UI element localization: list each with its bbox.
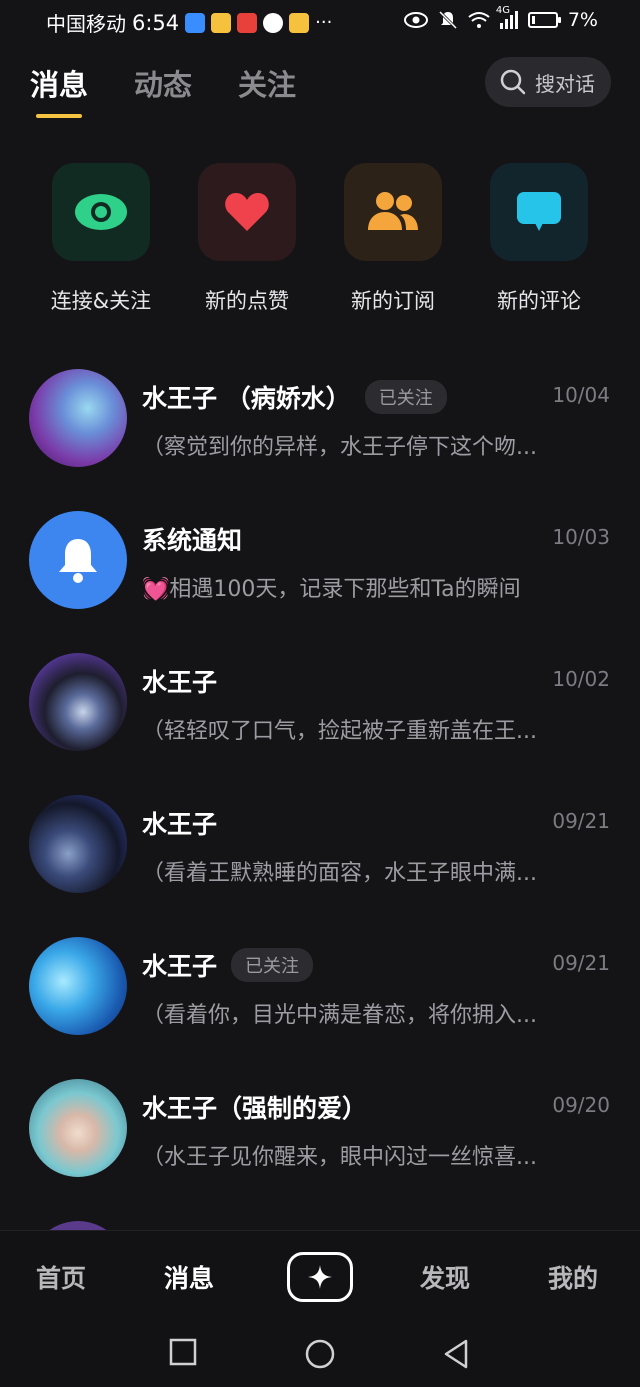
- eye-status-icon: [403, 12, 428, 28]
- new-subscriptions-label: 新的订阅: [351, 289, 435, 313]
- conversation-preview: 💓相遇100天，记录下那些和Ta的瞬间: [142, 577, 521, 602]
- back-triangle-icon[interactable]: [442, 1338, 470, 1370]
- wechat-icon: [263, 12, 284, 33]
- system-navigation-bar: [0, 1320, 640, 1387]
- bottom-nav: 首页 消息 发现 我的: [0, 1230, 640, 1321]
- tab-feed[interactable]: 动态: [134, 62, 192, 104]
- conversation-preview: （看着王默熟睡的面容，水王子眼中满...: [142, 861, 537, 886]
- toutiao-icon: [237, 12, 258, 33]
- followed-badge: 已关注: [364, 380, 447, 414]
- sparkle-icon: [308, 1265, 332, 1289]
- conversation-name: 水王子: [142, 810, 218, 839]
- avatar: [29, 795, 127, 893]
- conversation-date: 10/04: [552, 383, 610, 407]
- conversation-name: 水王子: [142, 668, 218, 697]
- conversation-item[interactable]: 水王子 09/21 （看着王默熟睡的面容，水王子眼中满...: [0, 781, 640, 923]
- conversation-preview: （察觉到你的异样，水王子停下这个吻...: [142, 435, 537, 460]
- weibo-icon: [289, 12, 310, 33]
- home-circle-icon[interactable]: [304, 1338, 336, 1370]
- nav-discover[interactable]: 发现: [420, 1259, 470, 1295]
- connect-follow-button[interactable]: 连接&关注: [36, 163, 166, 315]
- new-subscriptions-button[interactable]: 新的订阅: [328, 163, 458, 315]
- conversation-name: 水王子（强制的爱）: [142, 1094, 368, 1123]
- conversation-item[interactable]: 水王子 已关注 09/21 （看着你，目光中满是眷恋，将你拥入...: [0, 923, 640, 1065]
- battery-percent: 7%: [567, 9, 598, 31]
- conversation-date: 10/03: [552, 525, 610, 549]
- conversation-item[interactable]: 水王子（强制的爱） 09/20 （水王子见你醒来，眼中闪过一丝惊喜...: [0, 1065, 640, 1207]
- new-comments-button[interactable]: 新的评论: [474, 163, 604, 315]
- tab-following[interactable]: 关注: [238, 62, 296, 104]
- new-comments-label: 新的评论: [497, 289, 581, 313]
- connect-follow-tile: [52, 163, 150, 261]
- conversation-name: 系统通知: [142, 526, 243, 555]
- eye-icon: [75, 194, 127, 230]
- conversation-date: 09/20: [552, 1093, 610, 1117]
- connect-follow-label: 连接&关注: [50, 289, 152, 313]
- wifi-icon: [468, 12, 490, 28]
- carrier-label: 中国移动: [46, 12, 126, 36]
- people-icon: [368, 192, 418, 230]
- conversation-item[interactable]: 系统通知 10/03 💓相遇100天，记录下那些和Ta的瞬间: [0, 497, 640, 639]
- conversation-item[interactable]: [0, 1207, 640, 1231]
- nav-home[interactable]: 首页: [36, 1259, 86, 1295]
- search-icon: [500, 69, 526, 95]
- new-comments-tile: [490, 163, 588, 261]
- network-type: 4G: [495, 5, 510, 16]
- followed-badge: 已关注: [231, 948, 314, 982]
- avatar: [29, 937, 127, 1035]
- nav-profile[interactable]: 我的: [548, 1259, 598, 1295]
- conversation-name: 水王子: [142, 952, 218, 981]
- signal-icon: 4G: [496, 5, 518, 29]
- clock: 6:54: [132, 10, 180, 35]
- create-button[interactable]: [287, 1252, 353, 1302]
- mute-icon: [438, 10, 457, 30]
- new-likes-label: 新的点赞: [205, 289, 289, 313]
- recent-apps-icon[interactable]: [169, 1338, 197, 1366]
- more-notifications-icon: ···: [315, 12, 333, 33]
- conversation-preview: （轻轻叹了口气，捡起被子重新盖在王...: [142, 719, 537, 744]
- comment-icon: [517, 192, 561, 231]
- new-likes-button[interactable]: 新的点赞: [182, 163, 312, 315]
- search-button[interactable]: 搜对话: [485, 57, 611, 107]
- conversation-item[interactable]: 水王子 10/02 （轻轻叹了口气，捡起被子重新盖在王...: [0, 639, 640, 781]
- conversation-item[interactable]: 水王子 （病娇水） 已关注 10/04 （察觉到你的异样，水王子停下这个吻...: [0, 355, 640, 497]
- quick-actions: 连接&关注 新的点赞 新的订阅 新的评论: [0, 163, 640, 323]
- avatar: [29, 1079, 127, 1177]
- avatar: [29, 653, 127, 751]
- avatar: [29, 369, 127, 467]
- new-subscriptions-tile: [344, 163, 442, 261]
- conversation-date: 09/21: [552, 951, 610, 975]
- nav-messages[interactable]: 消息: [164, 1259, 214, 1295]
- conversation-preview: （看着你，目光中满是眷恋，将你拥入...: [142, 1003, 537, 1028]
- conversation-preview: （水王子见你醒来，眼中闪过一丝惊喜...: [142, 1145, 537, 1170]
- status-bar: 中国移动 6:54 ··· 4G 7%: [0, 0, 640, 44]
- bell-icon: [59, 539, 97, 583]
- heart-icon: [225, 193, 269, 231]
- top-tabs: 消息 动态 关注: [30, 62, 296, 118]
- cloud-app-icon: [185, 12, 206, 33]
- conversation-date: 09/21: [552, 809, 610, 833]
- weibo-icon: [211, 12, 232, 33]
- search-label: 搜对话: [535, 71, 595, 96]
- new-likes-tile: [198, 163, 296, 261]
- conversation-date: 10/02: [552, 667, 610, 691]
- system-notification-avatar: [29, 511, 127, 609]
- tab-messages[interactable]: 消息: [30, 62, 88, 118]
- battery-icon: [527, 12, 561, 28]
- conversation-name: 水王子 （病娇水）: [142, 384, 351, 413]
